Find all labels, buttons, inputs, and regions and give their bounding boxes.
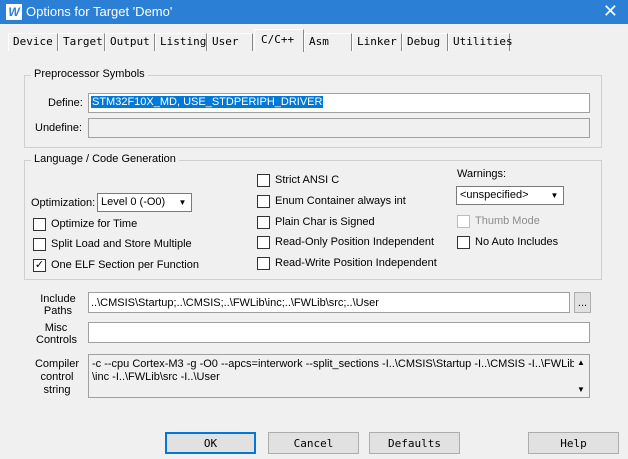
warnings-select[interactable]: <unspecified> ▼ [456, 186, 564, 205]
tab-strip: Device Target Output Listing User C/C++ … [0, 24, 628, 52]
split-load-checkbox[interactable] [33, 238, 46, 251]
tab-target[interactable]: Target [58, 33, 105, 51]
define-label: Define: [48, 97, 83, 109]
plain-char-label: Plain Char is Signed [275, 216, 375, 228]
compiler-string-label-line2: control [40, 371, 74, 383]
tab-output[interactable]: Output [105, 33, 155, 51]
optimize-time-checkbox[interactable] [33, 218, 46, 231]
split-load-label: Split Load and Store Multiple [51, 238, 192, 250]
warnings-label: Warnings: [457, 168, 507, 180]
tab-device[interactable]: Device [8, 33, 58, 51]
tab-linker[interactable]: Linker [352, 33, 402, 51]
include-paths-browse-button[interactable]: ... [574, 292, 591, 313]
chevron-down-icon: ▼ [178, 198, 187, 207]
tab-asm[interactable]: Asm [304, 33, 352, 51]
help-button[interactable]: Help [528, 432, 619, 454]
defaults-button[interactable]: Defaults [369, 432, 460, 454]
strict-ansi-label: Strict ANSI C [275, 174, 340, 186]
no-auto-includes-checkbox[interactable] [457, 236, 470, 249]
misc-controls-field[interactable] [88, 322, 590, 343]
rw-position-checkbox[interactable] [257, 257, 270, 270]
cancel-button[interactable]: Cancel [268, 432, 359, 454]
one-elf-checkbox[interactable]: ✓ [33, 259, 46, 272]
language-group-title: Language / Code Generation [31, 153, 179, 165]
thumb-mode-label: Thumb Mode [475, 215, 540, 227]
tab-utilities[interactable]: Utilities [448, 33, 513, 51]
ok-button[interactable]: OK [165, 432, 256, 454]
misc-controls-label-line1: Misc [44, 322, 68, 334]
enum-container-checkbox[interactable] [257, 195, 270, 208]
strict-ansi-checkbox[interactable] [257, 174, 270, 187]
include-paths-label-line1: Include [40, 293, 76, 305]
optimization-select[interactable]: Level 0 (-O0) ▼ [97, 193, 192, 212]
enum-container-label: Enum Container always int [275, 195, 406, 207]
tab-debug[interactable]: Debug [402, 33, 448, 51]
tab-user[interactable]: User [207, 33, 253, 51]
misc-controls-label: Misc Controls [36, 322, 77, 346]
thumb-mode-checkbox[interactable] [457, 215, 470, 228]
undefine-field[interactable] [88, 118, 590, 138]
optimize-time-label: Optimize for Time [51, 218, 138, 230]
close-icon[interactable]: ✕ [603, 1, 618, 22]
compiler-string-scrollbar[interactable]: ▲ ▼ [574, 356, 588, 396]
define-field[interactable]: STM32F10X_MD, USE_STDPERIPH_DRIVER [88, 93, 590, 113]
compiler-string-label-line1: Compiler [34, 358, 79, 370]
one-elf-label: One ELF Section per Function [51, 259, 199, 271]
misc-controls-label-line2: Controls [36, 334, 77, 346]
include-paths-label-line2: Paths [43, 305, 73, 317]
include-paths-label: Include Paths [40, 293, 76, 317]
define-value: STM32F10X_MD, USE_STDPERIPH_DRIVER [91, 96, 324, 108]
optimization-label: Optimization: [31, 197, 96, 209]
rw-position-label: Read-Write Position Independent [275, 257, 437, 269]
undefine-label: Undefine: [35, 122, 83, 134]
scroll-down-icon[interactable]: ▼ [577, 385, 585, 394]
warnings-value: <unspecified> [460, 189, 529, 201]
chevron-down-icon: ▼ [550, 191, 559, 200]
uvision-app-icon: W [6, 4, 22, 20]
tab-c-cpp[interactable]: C/C++ [254, 29, 304, 52]
compiler-string-field[interactable]: -c --cpu Cortex-M3 -g -O0 --apcs=interwo… [88, 354, 590, 398]
scroll-up-icon[interactable]: ▲ [577, 358, 585, 367]
compiler-string-label: Compiler control string [32, 358, 82, 397]
title-bar: W Options for Target 'Demo' ✕ [0, 0, 628, 24]
no-auto-includes-label: No Auto Includes [475, 236, 559, 248]
ro-position-checkbox[interactable] [257, 236, 270, 249]
optimization-value: Level 0 (-O0) [101, 196, 166, 208]
window-title: Options for Target 'Demo' [26, 4, 173, 19]
plain-char-checkbox[interactable] [257, 216, 270, 229]
include-paths-field[interactable]: ..\CMSIS\Startup;..\CMSIS;..\FWLib\inc;.… [88, 292, 570, 313]
preprocessor-group-title: Preprocessor Symbols [31, 68, 148, 80]
compiler-string-label-line3: string [43, 384, 71, 396]
tab-listing[interactable]: Listing [155, 33, 207, 51]
ro-position-label: Read-Only Position Independent [275, 236, 434, 248]
